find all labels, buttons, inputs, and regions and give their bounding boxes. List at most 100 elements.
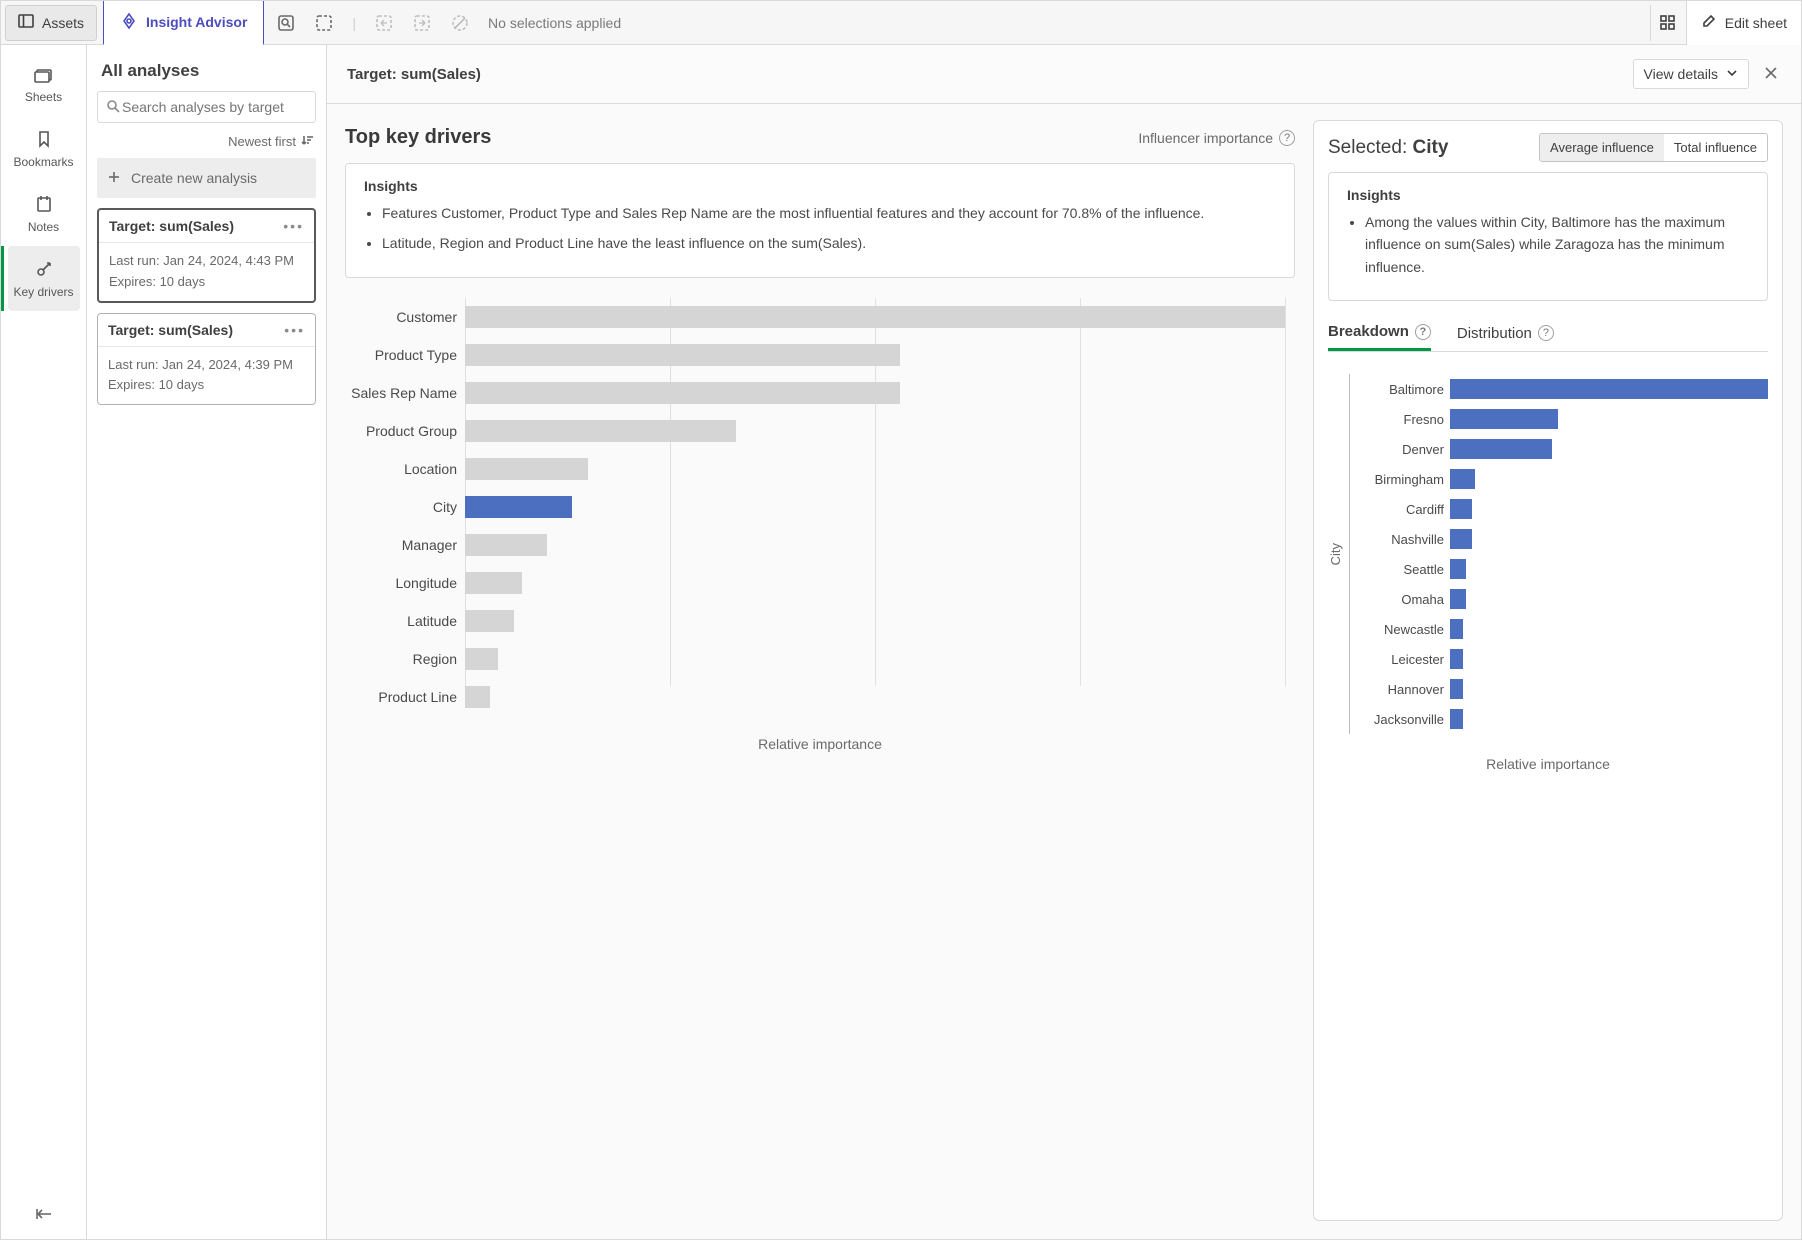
rail-sheets-label: Sheets bbox=[25, 90, 62, 104]
rail-bookmarks-label: Bookmarks bbox=[13, 155, 73, 169]
chart-bar-row[interactable]: Leicester bbox=[1350, 644, 1768, 674]
smart-search-icon[interactable] bbox=[276, 13, 296, 33]
analysis-card[interactable]: Target: sum(Sales) ••• Last run: Jan 24,… bbox=[97, 208, 316, 303]
toggle-average[interactable]: Average influence bbox=[1540, 134, 1664, 161]
bar bbox=[1450, 379, 1768, 399]
breakdown-chart: City Baltimore Fresno Denver BirminghamCard… bbox=[1328, 374, 1768, 734]
bar-label: Product Line bbox=[345, 689, 465, 705]
sheets-icon bbox=[34, 67, 54, 86]
bar bbox=[465, 496, 572, 518]
step-back-icon[interactable] bbox=[374, 13, 394, 33]
bar-label: City bbox=[345, 499, 465, 515]
insights-header: Insights bbox=[1347, 187, 1749, 203]
main-body: Sheets Bookmarks Notes Key drivers All a… bbox=[1, 45, 1801, 1239]
sort-icon bbox=[300, 133, 314, 150]
rail-sheets[interactable]: Sheets bbox=[8, 53, 80, 116]
tab-breakdown[interactable]: Breakdown ? bbox=[1328, 315, 1431, 351]
toggle-total[interactable]: Total influence bbox=[1664, 134, 1767, 161]
rail-key-drivers[interactable]: Key drivers bbox=[8, 246, 80, 311]
assets-label: Assets bbox=[42, 15, 84, 31]
bar-label: Fresno bbox=[1350, 412, 1450, 427]
grid-icon[interactable] bbox=[1650, 5, 1686, 41]
help-icon[interactable]: ? bbox=[1279, 130, 1295, 146]
bar bbox=[465, 534, 547, 556]
help-icon[interactable]: ? bbox=[1538, 325, 1554, 341]
bookmark-icon bbox=[37, 130, 51, 151]
analysis-card[interactable]: Target: sum(Sales) ••• Last run: Jan 24,… bbox=[97, 313, 316, 406]
step-forward-icon[interactable] bbox=[412, 13, 432, 33]
chart-bar-row[interactable]: Omaha bbox=[1350, 584, 1768, 614]
section-title: Top key drivers bbox=[345, 126, 491, 149]
chart-xlabel: Relative importance bbox=[1328, 756, 1768, 772]
bar-label: Nashville bbox=[1350, 532, 1450, 547]
bar bbox=[465, 344, 900, 366]
create-label: Create new analysis bbox=[131, 170, 257, 186]
chart-bar-row[interactable]: Birmingham bbox=[1350, 464, 1768, 494]
close-icon[interactable] bbox=[1763, 65, 1781, 83]
chart-bar-row[interactable]: Fresno bbox=[1350, 404, 1768, 434]
tab-distribution[interactable]: Distribution ? bbox=[1457, 315, 1554, 351]
view-details-button[interactable]: View details bbox=[1633, 59, 1749, 89]
bar-label: Leicester bbox=[1350, 652, 1450, 667]
bar-label: Denver bbox=[1350, 442, 1450, 457]
main-header: Target: sum(Sales) View details bbox=[327, 45, 1801, 104]
sort-control[interactable]: Newest first bbox=[97, 123, 316, 158]
chart-ylabel: City bbox=[1328, 543, 1343, 565]
bar-label: Hannover bbox=[1350, 682, 1450, 697]
chart-bar-row[interactable]: Baltimore bbox=[1350, 374, 1768, 404]
clear-selections-icon[interactable] bbox=[450, 13, 470, 33]
influence-toggle: Average influence Total influence bbox=[1539, 133, 1768, 162]
chevron-down-icon bbox=[1726, 66, 1738, 82]
bar-label: Baltimore bbox=[1350, 382, 1450, 397]
bar-label: Latitude bbox=[345, 613, 465, 629]
collapse-rail-icon[interactable] bbox=[33, 1203, 55, 1225]
rail-notes[interactable]: Notes bbox=[8, 181, 80, 246]
bar bbox=[1450, 499, 1472, 519]
card-title: Target: sum(Sales) bbox=[109, 218, 234, 234]
assets-button[interactable]: Assets bbox=[5, 5, 97, 41]
bar-label: Newcastle bbox=[1350, 622, 1450, 637]
chart-bar-row[interactable]: Seattle bbox=[1350, 554, 1768, 584]
bar-label: Customer bbox=[345, 309, 465, 325]
card-last-run: Last run: Jan 24, 2024, 4:43 PM bbox=[109, 251, 304, 272]
create-analysis-button[interactable]: Create new analysis bbox=[97, 158, 316, 198]
chart-bar-row[interactable]: Cardiff bbox=[1350, 494, 1768, 524]
edit-sheet-button[interactable]: Edit sheet bbox=[1686, 1, 1801, 45]
chart-bar-row[interactable]: Jacksonville bbox=[1350, 704, 1768, 734]
topbar: Assets Insight Advisor | bbox=[1, 1, 1801, 45]
card-more-icon[interactable]: ••• bbox=[284, 322, 305, 338]
search-analyses[interactable] bbox=[97, 91, 316, 123]
bar-label: Seattle bbox=[1350, 562, 1450, 577]
left-rail: Sheets Bookmarks Notes Key drivers bbox=[1, 45, 87, 1239]
influencer-importance-label: Influencer importance ? bbox=[1138, 130, 1295, 146]
insights-box: Insights Features Customer, Product Type… bbox=[345, 163, 1295, 278]
view-details-label: View details bbox=[1644, 66, 1718, 82]
search-input[interactable] bbox=[120, 98, 307, 116]
bar-label: Manager bbox=[345, 537, 465, 553]
detail-tabs: Breakdown ? Distribution ? bbox=[1328, 315, 1768, 352]
insights-header: Insights bbox=[364, 178, 1276, 194]
selections-tool-icon[interactable] bbox=[314, 13, 334, 33]
bar-label: Longitude bbox=[345, 575, 465, 591]
key-drivers-pane: Top key drivers Influencer importance ? … bbox=[345, 120, 1295, 1221]
insight-item: Features Customer, Product Type and Sale… bbox=[382, 202, 1276, 224]
insight-item: Among the values within City, Baltimore … bbox=[1365, 211, 1749, 278]
bar-label: Omaha bbox=[1350, 592, 1450, 607]
rail-key-drivers-label: Key drivers bbox=[13, 285, 73, 299]
help-icon[interactable]: ? bbox=[1415, 324, 1431, 340]
chart-bar-row[interactable]: Hannover bbox=[1350, 674, 1768, 704]
bar bbox=[465, 648, 498, 670]
chart-bar-row[interactable]: Denver bbox=[1350, 434, 1768, 464]
card-more-icon[interactable]: ••• bbox=[283, 218, 304, 234]
insight-item: Latitude, Region and Product Line have t… bbox=[382, 232, 1276, 254]
chart-xlabel: Relative importance bbox=[345, 736, 1295, 752]
bar bbox=[465, 382, 900, 404]
bar bbox=[465, 686, 490, 708]
insight-advisor-button[interactable]: Insight Advisor bbox=[103, 1, 264, 45]
insight-icon bbox=[120, 12, 138, 33]
card-last-run: Last run: Jan 24, 2024, 4:39 PM bbox=[108, 355, 305, 376]
bar bbox=[1450, 439, 1552, 459]
rail-bookmarks[interactable]: Bookmarks bbox=[8, 116, 80, 181]
chart-bar-row[interactable]: Nashville bbox=[1350, 524, 1768, 554]
chart-bar-row[interactable]: Newcastle bbox=[1350, 614, 1768, 644]
